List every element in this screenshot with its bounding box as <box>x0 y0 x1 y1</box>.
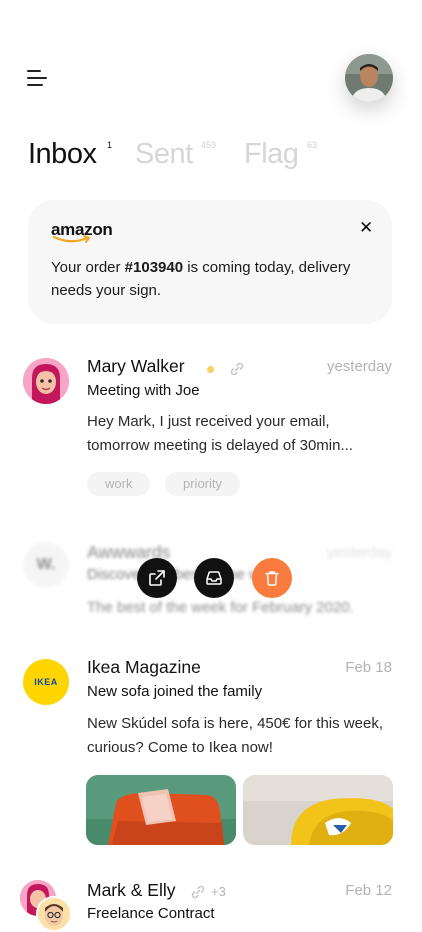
tab-sent-count: 459 <box>201 140 217 150</box>
sender-avatar <box>23 358 69 404</box>
order-notification-card[interactable]: amazon ✕ Your order #103940 is coming to… <box>28 200 392 324</box>
email-item-mark-elly[interactable]: Mark & Elly +3 Feb 12 Freelance Contract <box>0 876 422 932</box>
email-date: Feb 18 <box>345 659 392 676</box>
tab-flag[interactable]: Flag 63 <box>244 138 317 171</box>
unread-dot <box>207 366 214 373</box>
link-icon <box>191 885 205 899</box>
email-subject: Meeting with Joe <box>87 382 200 399</box>
tab-sent-label: Sent <box>135 138 193 170</box>
amazon-logo: amazon <box>51 220 113 244</box>
attachment-count: +3 <box>211 884 226 899</box>
email-subject: Freelance Contract <box>87 905 215 922</box>
email-preview: New Skúdel sofa is here, 450€ for this w… <box>87 715 383 756</box>
sender-name: Ikea Magazine <box>87 657 201 677</box>
sender-name: Mary Walker <box>87 356 185 376</box>
tab-sent[interactable]: Sent 459 <box>135 138 216 171</box>
archive-inbox-icon <box>206 571 222 585</box>
sender-avatar: IKEA <box>23 659 69 705</box>
notification-message: Your order #103940 is coming today, deli… <box>51 256 351 302</box>
sender-avatar-secondary <box>36 896 72 932</box>
open-external-icon <box>149 570 165 586</box>
open-external-button[interactable] <box>137 558 177 598</box>
tab-inbox-label: Inbox <box>28 138 97 170</box>
hamburger-icon[interactable] <box>27 68 49 88</box>
email-date: yesterday <box>326 358 392 375</box>
tab-inbox-count: 1 <box>107 140 113 150</box>
avatar-letter: W. <box>36 556 56 573</box>
sender-name: Mark & Elly <box>87 880 176 900</box>
order-number: #103940 <box>124 259 184 276</box>
amazon-smile-icon <box>53 235 91 243</box>
attachment-image-sofa-orange[interactable] <box>86 775 236 845</box>
notification-text-start: Your order <box>51 259 125 276</box>
email-preview: Hey Mark, I just received your email, to… <box>87 413 353 454</box>
tag-priority[interactable]: priority <box>165 472 241 496</box>
tab-flag-label: Flag <box>244 138 299 170</box>
ikea-logo: IKEA <box>34 677 58 687</box>
email-preview: The best of the week for February 2020. <box>87 599 354 616</box>
tab-flag-count: 63 <box>307 140 318 150</box>
email-item-mary-walker[interactable]: Mary Walker yesterday Meeting with Joe H… <box>0 352 422 502</box>
mailbox-tabs: Inbox 1 Sent 459 Flag 63 <box>28 138 408 182</box>
email-date: yesterday <box>326 544 392 561</box>
delete-button[interactable] <box>252 558 292 598</box>
sender-avatar: W. <box>23 542 69 588</box>
email-subject: New sofa joined the family <box>87 683 263 700</box>
tag-work[interactable]: work <box>87 472 151 496</box>
attachment-image-sofa-yellow[interactable] <box>243 775 393 845</box>
top-bar <box>0 54 422 104</box>
close-icon[interactable]: ✕ <box>359 219 373 236</box>
email-item-ikea-magazine[interactable]: IKEA Ikea Magazine Feb 18 New sofa joine… <box>0 655 422 855</box>
email-date: Feb 12 <box>345 882 392 899</box>
link-icon <box>230 362 244 376</box>
trash-icon <box>265 571 279 586</box>
tab-inbox[interactable]: Inbox 1 <box>28 138 112 171</box>
user-avatar[interactable] <box>345 54 393 102</box>
archive-button[interactable] <box>194 558 234 598</box>
